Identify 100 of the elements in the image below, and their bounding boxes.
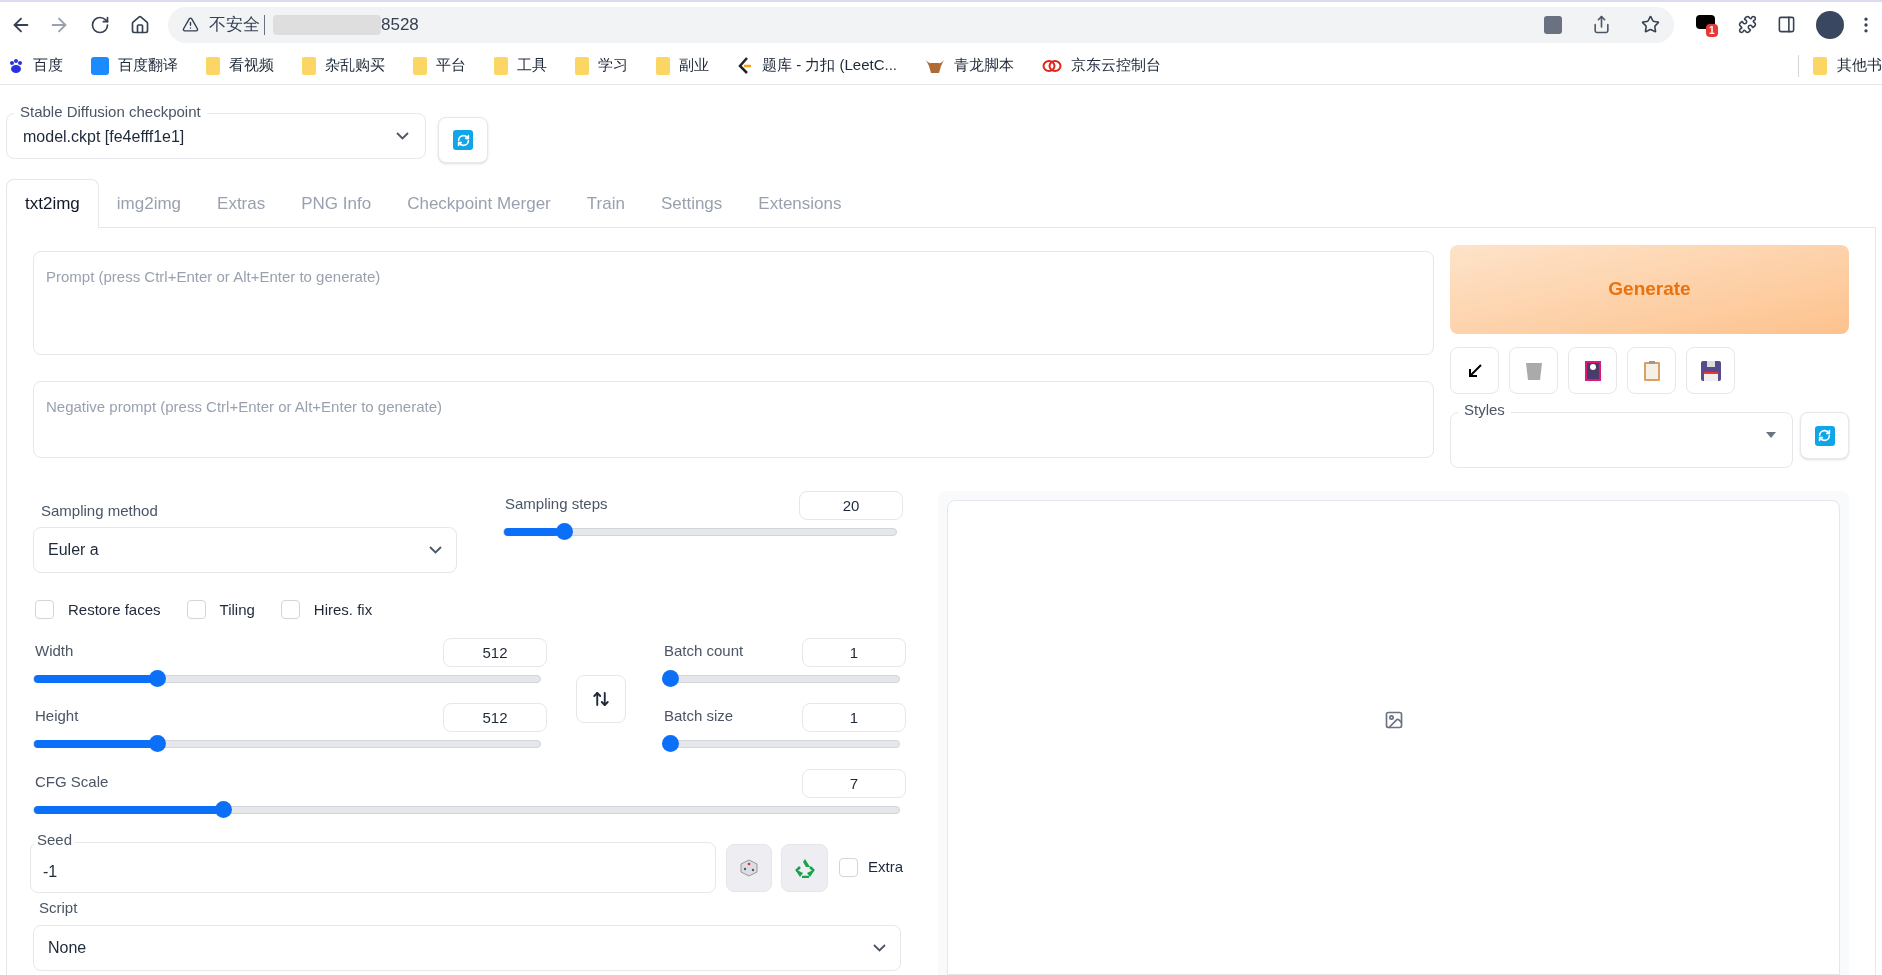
slider-thumb[interactable] [148, 670, 166, 687]
refresh-button[interactable] [1800, 412, 1849, 459]
folder-icon [494, 56, 508, 75]
bookmark-link[interactable]: 副业 [679, 54, 709, 77]
script-select[interactable]: None [33, 924, 901, 971]
swap-icon [592, 690, 610, 708]
slider-thumb[interactable] [148, 735, 166, 752]
slider-thumb[interactable] [662, 670, 679, 687]
refresh-icon [453, 130, 473, 150]
dice-icon [740, 858, 758, 877]
image-placeholder-icon [1383, 709, 1404, 730]
bookmark-link[interactable]: 题库 - 力扣 (LeetC... [762, 54, 898, 77]
folder-icon [656, 56, 670, 75]
bookmark-link[interactable]: 杂乱购买 [325, 54, 385, 77]
bookmark-link[interactable]: 学习 [598, 54, 628, 77]
extensions-icon[interactable] [1738, 15, 1757, 34]
slider-thumb[interactable] [214, 801, 232, 818]
warning-icon [182, 16, 199, 33]
slider-label: Batch count [663, 641, 744, 661]
notification-badge: 1 [1706, 23, 1718, 37]
slider[interactable] [33, 670, 541, 687]
slider-thumb[interactable] [555, 523, 573, 540]
slider-label: CFG Scale [34, 772, 109, 792]
slider[interactable] [503, 523, 897, 540]
checkbox-label[interactable]: Restore faces [68, 598, 161, 621]
select-value: Euler a [48, 539, 99, 560]
arrow-down-left-icon [1466, 362, 1483, 379]
select-value: None [48, 937, 87, 958]
folder-icon [575, 56, 589, 75]
home-icon[interactable] [130, 14, 150, 35]
refresh-button[interactable] [438, 117, 488, 163]
paw-icon [8, 57, 24, 74]
bookmark-link[interactable]: 百度翻译 [118, 54, 178, 77]
chevron-down-icon [396, 132, 409, 140]
security-label: 不安全 [209, 13, 260, 36]
bookmark-link[interactable]: 平台 [436, 54, 466, 77]
slider-label: Width [34, 641, 74, 661]
clipboard-button[interactable] [1627, 347, 1676, 394]
sampling-method-select[interactable]: Euler a [33, 526, 457, 573]
folder-icon [1813, 56, 1827, 75]
bookmark-link[interactable]: 京东云控制台 [1071, 54, 1162, 77]
checkbox-label[interactable]: Tiling [219, 598, 255, 621]
slider[interactable] [33, 801, 900, 818]
reuse-seed-button[interactable] [781, 843, 828, 892]
field-label: Sampling method [40, 501, 159, 521]
leetcode-icon [737, 56, 753, 75]
checkbox[interactable] [186, 600, 206, 620]
bookmark-link[interactable]: 百度 [33, 54, 63, 77]
tab[interactable]: txt2img [6, 179, 99, 228]
prompt-field[interactable]: Prompt (press Ctrl+Enter or Alt+Enter to generate) [33, 251, 1434, 355]
checkbox-label[interactable]: Hires. fix [313, 598, 373, 621]
slider-fill [504, 527, 559, 536]
bookmark-star-icon[interactable] [1641, 15, 1660, 34]
bookmark-link[interactable]: 工具 [517, 54, 547, 77]
clipboard-icon [1643, 360, 1660, 381]
side-panel-icon[interactable] [1777, 15, 1796, 34]
avatar[interactable] [1816, 10, 1844, 39]
bookmark-link[interactable]: 看视频 [229, 54, 274, 77]
swap-dimensions-button[interactable] [576, 675, 626, 723]
bookmark-link[interactable]: 青龙脚本 [954, 54, 1015, 77]
checkbox[interactable] [839, 858, 858, 877]
number-field[interactable]: 7 [802, 769, 906, 798]
dropdown-arrow-icon [1766, 432, 1777, 438]
address-bar[interactable]: 不安全 8528 [168, 6, 1674, 43]
slider[interactable] [662, 735, 900, 752]
number-field[interactable]: 20 [799, 491, 903, 520]
chevron-down-icon [429, 545, 442, 554]
folder-icon [206, 56, 220, 75]
picture-icon [1584, 360, 1601, 381]
slider-thumb[interactable] [662, 735, 679, 752]
slider-label: Height [34, 706, 79, 726]
share-icon[interactable] [1592, 15, 1611, 34]
save-button[interactable] [1686, 347, 1735, 394]
negative-prompt-field[interactable]: Negative prompt (press Ctrl+Enter or Alt+Enter to generate) [33, 381, 1434, 458]
bookmark-link[interactable]: 其他书 [1837, 54, 1882, 77]
checkbox[interactable] [35, 600, 54, 620]
field-value: -1 [43, 861, 58, 882]
folder-icon [413, 56, 427, 75]
url-text: 8528 [381, 13, 419, 36]
field-label: Script [38, 898, 79, 918]
refresh-icon [1814, 425, 1835, 446]
reload-icon[interactable] [90, 14, 110, 35]
checkbox[interactable] [280, 600, 300, 620]
trash-button[interactable] [1509, 347, 1558, 394]
number-field[interactable]: 512 [443, 638, 547, 667]
select-value: model.ckpt [fe4efff1e1] [23, 127, 185, 147]
checkbox-label[interactable]: Extra [868, 856, 903, 879]
image-button[interactable] [1568, 347, 1617, 394]
slider-label: Sampling steps [504, 494, 608, 514]
slider[interactable] [662, 670, 900, 687]
trash-icon [1523, 360, 1544, 381]
slider-label: Batch size [663, 706, 734, 726]
folder-icon [302, 56, 316, 75]
number-field[interactable]: 1 [802, 638, 906, 667]
arrow-button[interactable] [1450, 347, 1499, 394]
number-field[interactable]: 1 [802, 703, 906, 732]
chevron-down-icon [873, 943, 886, 952]
cloud-icon [1042, 58, 1063, 73]
number-field[interactable]: 512 [443, 703, 547, 732]
slider[interactable] [33, 735, 541, 752]
